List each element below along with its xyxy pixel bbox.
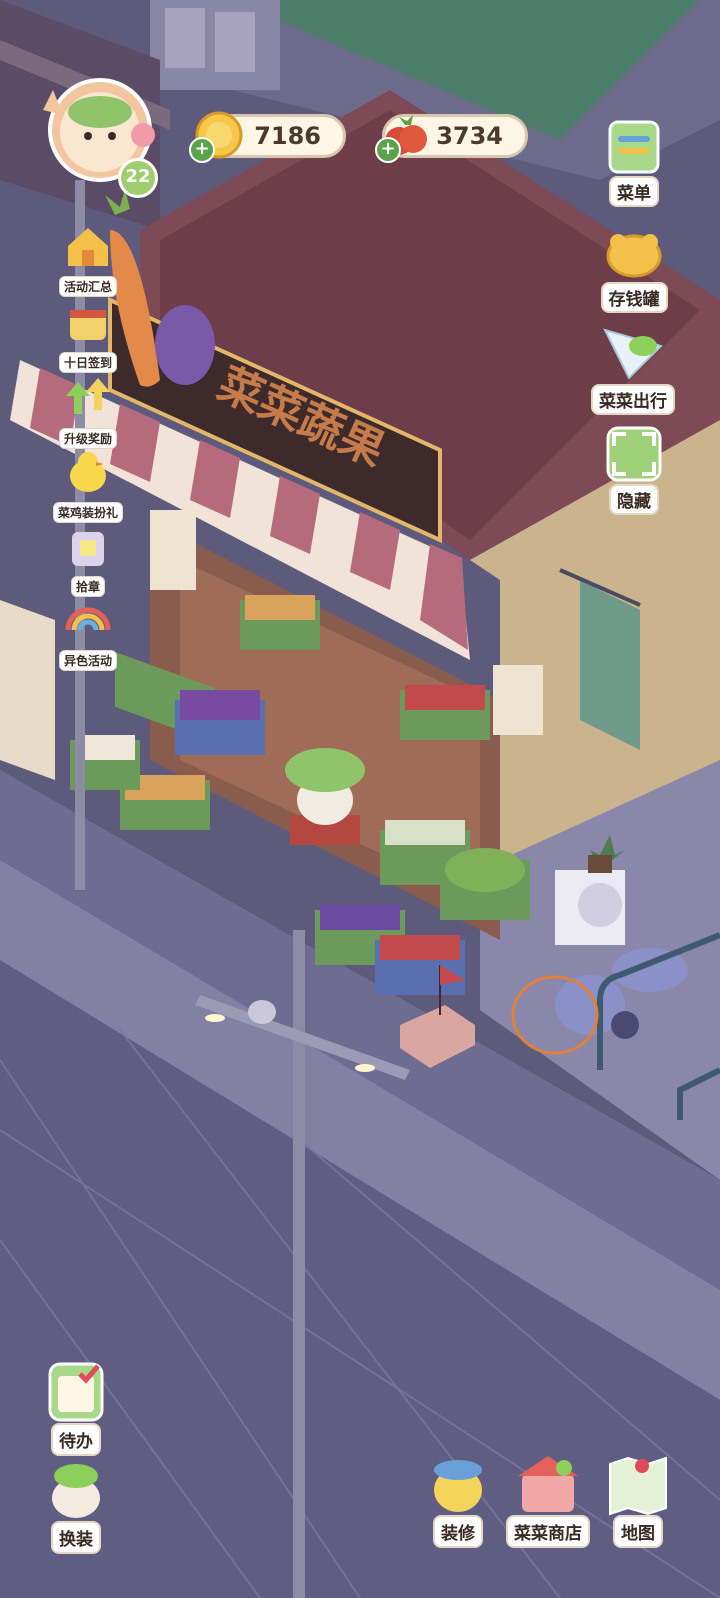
map-button[interactable]: 地图	[598, 1448, 678, 1548]
map-icon	[609, 1456, 667, 1516]
menu-item-label: 活动汇总	[58, 276, 117, 297]
store-icon	[518, 1456, 578, 1512]
poster-far-left	[0, 600, 55, 780]
menu-item-upgrade[interactable]: 升级奖励	[50, 372, 126, 449]
menu-board-icon	[608, 120, 660, 174]
hide-ui-button[interactable]: 隐藏	[595, 420, 673, 515]
todo-clipboard-icon	[48, 1362, 104, 1422]
todo-button[interactable]: 待办	[36, 1356, 116, 1456]
hide-ui-label: 隐藏	[609, 484, 659, 515]
menu-item-events[interactable]: 活动汇总	[50, 220, 126, 297]
add-veggies-button[interactable]: +	[375, 137, 401, 163]
veggie-counter[interactable]: + 3734	[375, 114, 528, 163]
outfit-button[interactable]: 换装	[36, 1454, 116, 1554]
piggy-bank-icon	[606, 234, 662, 278]
hide-frame-icon	[606, 426, 662, 482]
poster-left	[150, 510, 196, 590]
calendar-pot-icon	[70, 310, 106, 340]
house-icon	[68, 228, 108, 266]
piggy-bank-label: 存钱罐	[600, 282, 668, 313]
paper-plane-icon	[603, 328, 663, 380]
poster-right	[493, 665, 543, 735]
veggie-amount: 3734	[436, 122, 503, 150]
map-label: 地图	[613, 1515, 663, 1548]
store-label: 菜菜商店	[506, 1515, 590, 1548]
menu-item-label: 异色活动	[58, 650, 117, 671]
add-coins-button[interactable]: +	[189, 137, 215, 163]
rainbow-icon	[65, 607, 111, 631]
todo-label: 待办	[51, 1423, 101, 1456]
menu-button[interactable]: 菜单	[595, 112, 673, 207]
decorate-label: 装修	[433, 1515, 483, 1548]
bird	[248, 1000, 276, 1024]
wall-banner	[580, 580, 640, 750]
menu-item-color-event[interactable]: 异色活动	[50, 594, 126, 671]
coin-amount: 7186	[254, 122, 321, 150]
outfit-label: 换装	[51, 1521, 101, 1554]
menu-item-badge[interactable]: 拾章	[50, 520, 126, 597]
travel-label: 菜菜出行	[591, 384, 675, 415]
decorate-icon	[434, 1460, 482, 1512]
store-button[interactable]: 菜菜商店	[502, 1448, 594, 1548]
menu-item-checkin[interactable]: 十日签到	[50, 296, 126, 373]
decorate-button[interactable]: 装修	[418, 1448, 498, 1548]
menu-button-label: 菜单	[609, 176, 659, 207]
level-badge: 22	[118, 158, 158, 198]
eggplant-decoration	[155, 305, 215, 385]
travel-button[interactable]: 菜菜出行	[587, 320, 679, 415]
piggy-bank-button[interactable]: 存钱罐	[595, 218, 673, 313]
menu-item-label: 十日签到	[58, 352, 117, 373]
coin-counter[interactable]: + 7186	[189, 111, 346, 163]
chick-icon	[70, 452, 106, 492]
outfit-icon	[52, 1464, 100, 1518]
arrows-up-icon	[66, 378, 110, 414]
menu-item-chick-outfit[interactable]: 菜鸡装扮礼	[50, 446, 126, 523]
bag-icon	[72, 532, 104, 566]
